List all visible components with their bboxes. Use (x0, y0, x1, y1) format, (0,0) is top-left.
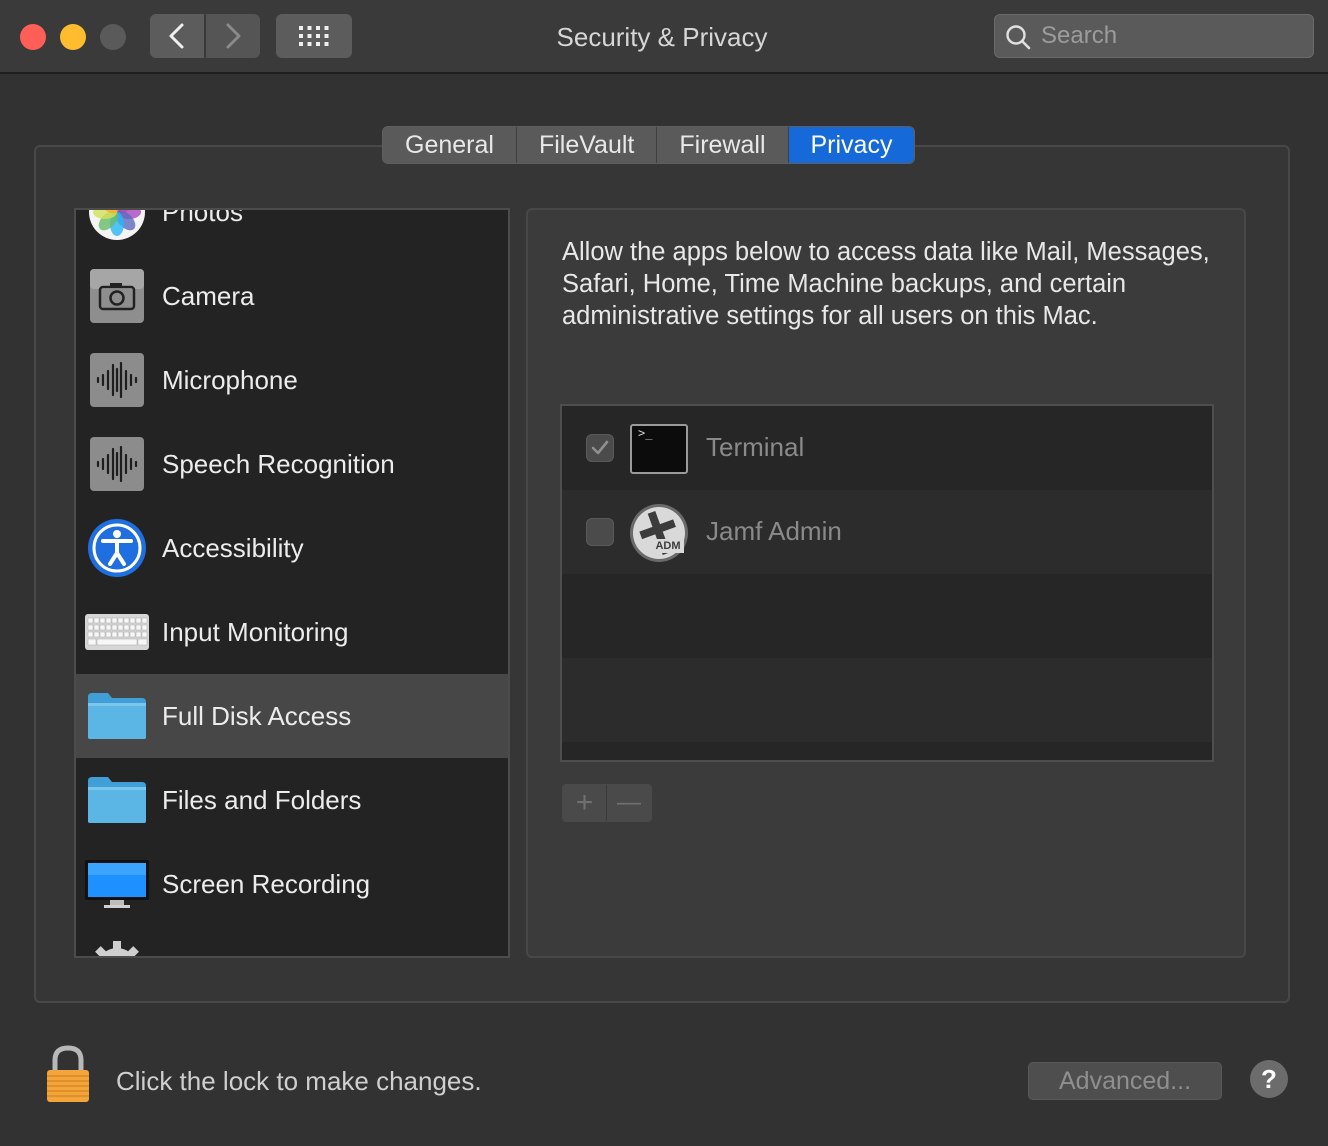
minus-icon: — (617, 789, 641, 816)
tab-privacy[interactable]: Privacy (788, 127, 915, 163)
close-button[interactable] (20, 24, 46, 50)
app-list[interactable]: >_ Terminal ADM Jamf Admin (560, 404, 1214, 762)
add-remove-buttons: + — (562, 784, 652, 822)
security-privacy-window: Security & Privacy General FileVault Fir… (0, 0, 1328, 1146)
sidebar-item-label: Files and Folders (162, 784, 362, 815)
chevron-right-icon (226, 23, 241, 49)
sidebar-item-speech-recognition[interactable]: Speech Recognition (76, 422, 508, 506)
keyboard-icon (84, 599, 150, 665)
sidebar-item-accessibility[interactable]: Accessibility (76, 506, 508, 590)
add-app-button[interactable]: + (563, 785, 608, 821)
lock-button[interactable] (44, 1044, 92, 1104)
jamf-admin-icon: ADM (630, 504, 688, 562)
zoom-button[interactable] (100, 24, 126, 50)
sidebar-item-full-disk-access[interactable]: Full Disk Access (76, 674, 508, 758)
tab-bar: General FileVault Firewall Privacy (382, 126, 916, 164)
table-row-empty (562, 742, 1212, 760)
gear-icon (84, 935, 150, 956)
tab-general[interactable]: General (383, 127, 517, 163)
sidebar-item-label: Camera (162, 280, 255, 311)
table-row-empty (562, 574, 1212, 658)
title-bar: Security & Privacy (0, 0, 1328, 74)
terminal-icon: >_ (630, 420, 688, 478)
jamf-admin-checkbox[interactable] (586, 518, 614, 546)
sidebar-item-screen-recording[interactable]: Screen Recording (76, 842, 508, 926)
list-item-jamf-admin[interactable]: ADM Jamf Admin (562, 490, 1212, 574)
photos-icon (84, 210, 150, 245)
folder-icon (84, 767, 150, 833)
tab-firewall[interactable]: Firewall (657, 127, 789, 163)
tab-filevault[interactable]: FileVault (516, 127, 658, 163)
sidebar-item-label: Accessibility (162, 532, 304, 563)
sidebar-item-label: Input Monitoring (162, 616, 349, 647)
search-input[interactable] (1041, 15, 1301, 57)
back-button[interactable] (150, 14, 204, 58)
sidebar-item-input-monitoring[interactable]: Input Monitoring (76, 590, 508, 674)
window-title: Security & Privacy (556, 22, 768, 52)
show-all-button[interactable] (276, 14, 352, 58)
help-button[interactable]: ? (1250, 1060, 1288, 1098)
adm-badge: ADM (652, 539, 684, 553)
app-label: Jamf Admin (706, 516, 842, 546)
sidebar-item-label: Photos (162, 208, 243, 227)
speech-recognition-icon (84, 431, 150, 497)
full-disk-access-panel: Allow the apps below to access data like… (526, 208, 1246, 958)
camera-icon (84, 263, 150, 329)
advanced-button[interactable]: Advanced... (1028, 1062, 1222, 1100)
table-row-empty (562, 658, 1212, 742)
sidebar-item-label: Speech Recognition (162, 448, 395, 479)
app-label: Terminal (706, 432, 805, 462)
remove-app-button[interactable]: — (607, 785, 651, 821)
show-all-grid-icon (299, 26, 329, 46)
sidebar-item-microphone[interactable]: Microphone (76, 338, 508, 422)
lock-icon (47, 1045, 89, 1102)
checkmark-icon (591, 440, 609, 455)
list-item-terminal[interactable]: >_ Terminal (562, 406, 1212, 490)
terminal-checkbox[interactable] (586, 434, 614, 462)
sidebar-item-label: Full Disk Access (162, 700, 352, 731)
minimize-button[interactable] (60, 24, 86, 50)
display-icon (84, 851, 150, 917)
sidebar-item-label: Microphone (162, 364, 298, 395)
privacy-category-list[interactable]: Photos Camera Microphone Speech Recognit… (74, 208, 510, 958)
sidebar-item-gear[interactable] (76, 926, 508, 956)
forward-button[interactable] (206, 14, 260, 58)
panel-description: Allow the apps below to access data like… (562, 238, 1210, 330)
chevron-left-icon (169, 23, 184, 49)
sidebar-item-camera[interactable]: Camera (76, 254, 508, 338)
lock-status-text: Click the lock to make changes. (116, 1066, 482, 1096)
terminal-prompt: >_ (638, 426, 653, 440)
sidebar-item-label: Screen Recording (162, 868, 371, 899)
search-icon (1006, 25, 1031, 50)
search-field[interactable] (994, 14, 1314, 58)
folder-icon (84, 683, 150, 749)
accessibility-icon (84, 515, 150, 581)
microphone-icon (84, 347, 150, 413)
sidebar-item-files-and-folders[interactable]: Files and Folders (76, 758, 508, 842)
plus-icon: + (575, 786, 594, 819)
sidebar-item-photos[interactable]: Photos (76, 208, 508, 254)
